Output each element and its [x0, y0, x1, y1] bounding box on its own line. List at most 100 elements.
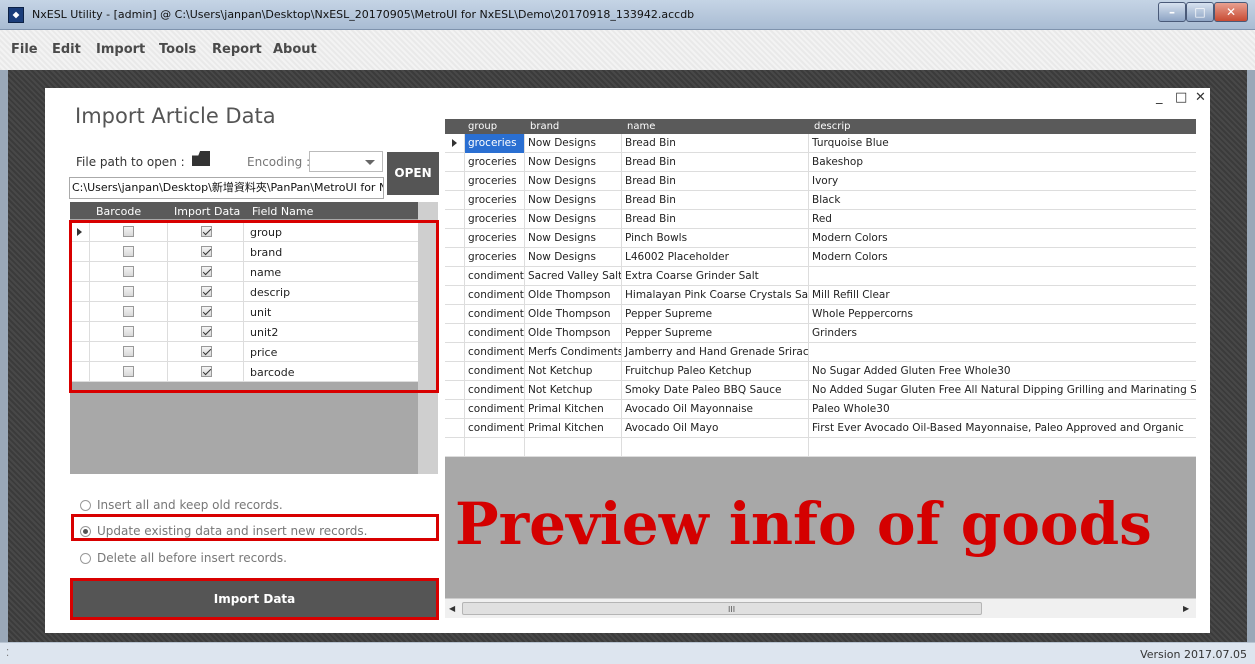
table-cell[interactable]: groceries: [465, 229, 525, 248]
table-cell[interactable]: Olde Thompson: [525, 286, 622, 305]
table-cell[interactable]: Avocado Oil Mayo: [622, 419, 809, 438]
file-path-input[interactable]: C:\Users\janpan\Desktop\新增資料夾\PanPan\Met…: [69, 177, 384, 199]
panel-close-icon[interactable]: ✕: [1195, 90, 1206, 105]
table-cell[interactable]: Now Designs: [525, 191, 622, 210]
table-cell[interactable]: Ivory: [809, 172, 1196, 191]
field-row[interactable]: group: [70, 222, 418, 242]
table-cell[interactable]: Paleo Whole30: [809, 400, 1196, 419]
table-row[interactable]: groceries Now Designs Bread Bin Black: [445, 191, 1196, 210]
table-cell[interactable]: Now Designs: [525, 172, 622, 191]
preview-horizontal-scrollbar[interactable]: ◀ III ▶: [445, 598, 1196, 618]
table-cell[interactable]: Avocado Oil Mayonnaise: [622, 400, 809, 419]
barcode-checkbox[interactable]: [123, 326, 134, 337]
table-row[interactable]: [445, 438, 1196, 457]
col-brand-header[interactable]: brand: [530, 121, 559, 132]
import-checkbox[interactable]: [201, 226, 212, 237]
table-cell[interactable]: condiment: [465, 400, 525, 419]
col-field-name-header[interactable]: Field Name: [252, 205, 313, 218]
row-selector[interactable]: [445, 343, 465, 362]
table-cell[interactable]: Bread Bin: [622, 191, 809, 210]
col-import-header[interactable]: Import Data: [174, 205, 240, 218]
scroll-right-icon[interactable]: ▶: [1183, 604, 1189, 613]
table-cell[interactable]: Now Designs: [525, 153, 622, 172]
menu-file[interactable]: File: [11, 42, 38, 57]
radio-update-insert[interactable]: [80, 526, 91, 537]
table-row[interactable]: condiment Olde Thompson Pepper Supreme Whol…: [445, 305, 1196, 324]
col-descrip-header[interactable]: descrip: [814, 121, 850, 132]
barcode-checkbox[interactable]: [123, 246, 134, 257]
resize-grip-icon[interactable]: ⁚: [6, 648, 9, 659]
field-row[interactable]: price: [70, 342, 418, 362]
table-row[interactable]: condiment Not Ketchup Smoky Date Paleo BBQ…: [445, 381, 1196, 400]
barcode-checkbox[interactable]: [123, 306, 134, 317]
menu-tools[interactable]: Tools: [159, 42, 196, 57]
window-close-button[interactable]: ✕: [1214, 2, 1248, 22]
table-cell[interactable]: Olde Thompson: [525, 305, 622, 324]
row-selector[interactable]: [445, 324, 465, 343]
table-row[interactable]: condiment Olde Thompson Himalayan Pink Coa…: [445, 286, 1196, 305]
table-row[interactable]: groceries Now Designs Bread Bin Red: [445, 210, 1196, 229]
import-checkbox[interactable]: [201, 346, 212, 357]
table-cell[interactable]: Not Ketchup: [525, 381, 622, 400]
menu-about[interactable]: About: [273, 42, 317, 57]
row-selector[interactable]: [70, 342, 90, 362]
table-cell[interactable]: Extra Coarse Grinder Salt: [622, 267, 809, 286]
table-cell[interactable]: Not Ketchup: [525, 362, 622, 381]
row-selector[interactable]: [70, 242, 90, 262]
table-cell[interactable]: Now Designs: [525, 248, 622, 267]
table-cell[interactable]: Modern Colors: [809, 229, 1196, 248]
table-row[interactable]: groceries Now Designs L46002 Placeholder Mo…: [445, 248, 1196, 267]
barcode-checkbox[interactable]: [123, 286, 134, 297]
new-row-cell[interactable]: [525, 438, 622, 457]
import-checkbox[interactable]: [201, 326, 212, 337]
col-barcode-header[interactable]: Barcode: [96, 205, 141, 218]
table-cell[interactable]: Red: [809, 210, 1196, 229]
table-cell[interactable]: groceries: [465, 134, 525, 153]
table-row[interactable]: condiment Primal Kitchen Avocado Oil Mayon…: [445, 400, 1196, 419]
new-row-cell[interactable]: [465, 438, 525, 457]
table-cell[interactable]: Bread Bin: [622, 172, 809, 191]
field-row[interactable]: unit: [70, 302, 418, 322]
field-row[interactable]: descrip: [70, 282, 418, 302]
table-cell[interactable]: Bread Bin: [622, 153, 809, 172]
import-data-button[interactable]: Import Data: [72, 580, 437, 618]
row-selector[interactable]: [445, 419, 465, 438]
table-cell[interactable]: No Added Sugar Gluten Free All Natural D…: [809, 381, 1196, 400]
table-cell[interactable]: [809, 343, 1196, 362]
row-selector[interactable]: [70, 222, 90, 242]
field-row[interactable]: brand: [70, 242, 418, 262]
row-selector[interactable]: [445, 191, 465, 210]
encoding-select[interactable]: [309, 151, 383, 172]
table-cell[interactable]: groceries: [465, 172, 525, 191]
radio-insert-keep[interactable]: [80, 500, 91, 511]
table-cell[interactable]: Primal Kitchen: [525, 400, 622, 419]
table-cell[interactable]: L46002 Placeholder: [622, 248, 809, 267]
table-cell[interactable]: Black: [809, 191, 1196, 210]
table-row[interactable]: groceries Now Designs Pinch Bowls Modern Co…: [445, 229, 1196, 248]
table-cell[interactable]: groceries: [465, 191, 525, 210]
table-cell[interactable]: Sacred Valley Salt: [525, 267, 622, 286]
menu-edit[interactable]: Edit: [52, 42, 81, 57]
table-cell[interactable]: Pepper Supreme: [622, 305, 809, 324]
table-cell[interactable]: Now Designs: [525, 134, 622, 153]
table-row[interactable]: groceries Now Designs Bread Bin Bakeshop: [445, 153, 1196, 172]
row-selector[interactable]: [445, 153, 465, 172]
field-row[interactable]: unit2: [70, 322, 418, 342]
scroll-left-icon[interactable]: ◀: [449, 604, 455, 613]
table-cell[interactable]: condiment: [465, 267, 525, 286]
row-selector[interactable]: [70, 362, 90, 382]
menu-import[interactable]: Import: [96, 42, 145, 57]
radio-delete-insert[interactable]: [80, 553, 91, 564]
table-cell[interactable]: Bread Bin: [622, 134, 809, 153]
table-cell[interactable]: condiment: [465, 381, 525, 400]
table-cell[interactable]: Bread Bin: [622, 210, 809, 229]
row-selector[interactable]: [445, 362, 465, 381]
table-cell[interactable]: Merfs Condiments: [525, 343, 622, 362]
row-selector[interactable]: [445, 381, 465, 400]
table-cell[interactable]: Whole Peppercorns: [809, 305, 1196, 324]
table-cell[interactable]: Pinch Bowls: [622, 229, 809, 248]
panel-maximize-icon[interactable]: □: [1175, 90, 1187, 105]
table-cell[interactable]: Now Designs: [525, 229, 622, 248]
field-row[interactable]: name: [70, 262, 418, 282]
row-selector[interactable]: [445, 210, 465, 229]
